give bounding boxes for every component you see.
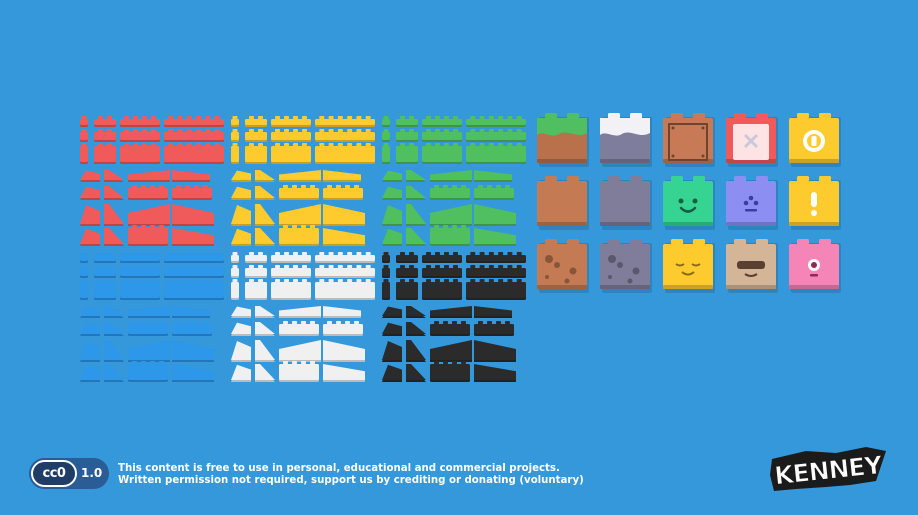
dirt-block	[537, 176, 589, 230]
license-version: 1.0	[81, 466, 103, 480]
snow-block	[600, 113, 652, 167]
crate-block	[663, 113, 715, 167]
x-block	[726, 113, 778, 167]
white-bricks	[231, 252, 375, 382]
smile-face-block	[663, 176, 715, 230]
cc0-icon: cc0	[31, 460, 77, 487]
sunglasses-face-block	[726, 239, 778, 293]
exclaim-block	[789, 176, 841, 230]
stone-block	[600, 176, 652, 230]
blue-bricks	[80, 252, 224, 382]
license-text-line2: Written permission not required, support…	[118, 475, 584, 486]
grass-block	[537, 113, 589, 167]
coin-block	[789, 113, 841, 167]
stone-rocks-block	[600, 239, 652, 293]
dots-face-block	[726, 176, 778, 230]
red-bricks	[80, 116, 224, 246]
black-bricks	[382, 252, 526, 382]
asset-sheet: cc0 1.0 This content is free to use in p…	[0, 0, 918, 515]
sprite-sheet	[80, 113, 841, 382]
sleepy-face-block	[663, 239, 715, 293]
dirt-rocks-block	[537, 239, 589, 293]
license-badge: cc0 1.0	[29, 458, 109, 489]
green-bricks	[382, 116, 526, 246]
yellow-bricks	[231, 116, 375, 246]
license-text-line1: This content is free to use in personal,…	[118, 463, 560, 474]
kenney-logo: KENNEY	[770, 447, 886, 491]
cyclops-face-block	[789, 239, 841, 293]
license-mark: cc0	[42, 466, 66, 481]
